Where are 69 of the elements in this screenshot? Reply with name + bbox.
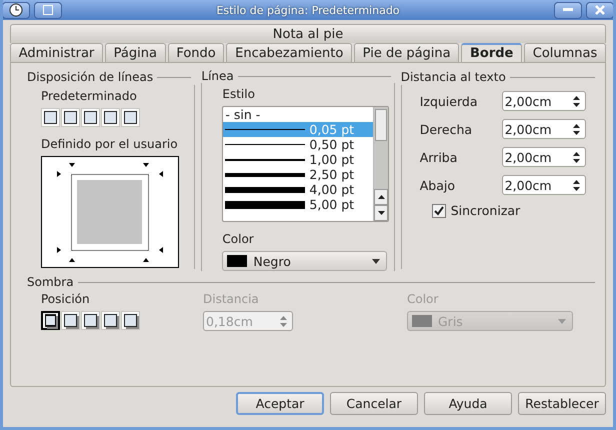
line-style-item[interactable]: 2,50 pt (223, 167, 374, 182)
line-style-item[interactable]: - sin - (223, 107, 374, 122)
tab[interactable]: Administrar (10, 43, 103, 62)
dialog-button[interactable]: Restablecer (518, 392, 606, 415)
field-label: Estilo (222, 87, 256, 101)
tab[interactable]: Pie de página (354, 43, 460, 62)
tab[interactable]: Borde (461, 43, 522, 62)
line-style-list[interactable]: - sin - 0,05 pt 0,50 pt 1,00 pt 2,50 pt 4,00 pt 5,00 pt (222, 106, 390, 222)
spin-arrows-icon (280, 316, 287, 326)
field-label: Izquierda (420, 94, 478, 108)
spin-arrows-icon (572, 96, 580, 106)
caret-icon (558, 318, 566, 324)
field-label: Distancia (203, 292, 260, 306)
square-icon (43, 5, 53, 15)
restore-button[interactable] (34, 2, 62, 18)
spin-arrows-icon (572, 180, 580, 190)
border-preset-button[interactable] (61, 108, 80, 127)
group-title: Sombra (27, 275, 74, 289)
field-label: Posición (41, 292, 91, 306)
spin-field[interactable]: 2,00cm (502, 91, 586, 111)
tab[interactable]: Fondo (168, 43, 224, 62)
check-icon (434, 206, 444, 216)
dialog-button[interactable]: Ayuda (424, 392, 512, 415)
caret-icon (372, 258, 380, 264)
color-dropdown[interactable]: Negro (222, 251, 388, 271)
group-title: Línea (201, 69, 234, 83)
spin-arrows-icon (572, 124, 580, 134)
scrollbar[interactable] (373, 107, 388, 221)
scrollbar-thumb[interactable] (375, 109, 388, 141)
tab[interactable]: Nota al pie (10, 24, 606, 43)
window-menu-button[interactable] (3, 2, 30, 18)
tab[interactable]: Encabezamiento (226, 43, 352, 62)
window-title: Estilo de página: Predeterminado (215, 4, 401, 16)
minimize-icon (563, 8, 573, 12)
spin-field[interactable]: 2,00cm (502, 147, 586, 167)
line-style-item[interactable]: 0,50 pt (223, 137, 374, 152)
border-preset-button[interactable] (101, 108, 120, 127)
field-label: Color (407, 292, 440, 306)
group-title: Disposición de líneas (27, 70, 154, 84)
spin-field[interactable]: 2,00cm (502, 175, 586, 195)
field-label: Arriba (420, 150, 458, 164)
close-icon (595, 5, 605, 15)
field-label: Abajo (420, 178, 456, 192)
spin-field[interactable]: 2,00cm (502, 119, 586, 139)
dialog-button[interactable]: Cancelar (330, 392, 418, 415)
up-arrow-icon (378, 195, 385, 199)
border-preset-button[interactable] (121, 108, 140, 127)
down-arrow-icon (378, 211, 385, 215)
sync-checkbox[interactable]: Sincronizar (432, 203, 605, 218)
clock-icon (9, 3, 23, 17)
close-button[interactable] (586, 2, 613, 18)
field-label: Definido por el usuario (41, 137, 179, 151)
border-preset-button[interactable] (81, 108, 100, 127)
border-preset-button[interactable] (41, 108, 60, 127)
line-style-item[interactable]: 4,00 pt (223, 182, 374, 197)
scroll-up-button[interactable] (374, 189, 388, 205)
field-label: Predeterminado (41, 89, 138, 103)
tab[interactable]: Página (104, 43, 166, 62)
tab[interactable]: Columnas (524, 43, 606, 62)
scroll-down-button[interactable] (374, 205, 388, 221)
group-title: Distancia al texto (400, 70, 506, 84)
dialog-button[interactable]: Aceptar (236, 392, 324, 415)
spin-arrows-icon (572, 152, 580, 162)
minimize-button[interactable] (554, 2, 582, 18)
shadow-position-button[interactable] (41, 311, 60, 330)
field-label: Derecha (420, 122, 474, 136)
field-label: Color (222, 232, 255, 246)
line-style-item[interactable]: 5,00 pt (223, 197, 374, 212)
line-style-item[interactable]: 1,00 pt (223, 152, 374, 167)
